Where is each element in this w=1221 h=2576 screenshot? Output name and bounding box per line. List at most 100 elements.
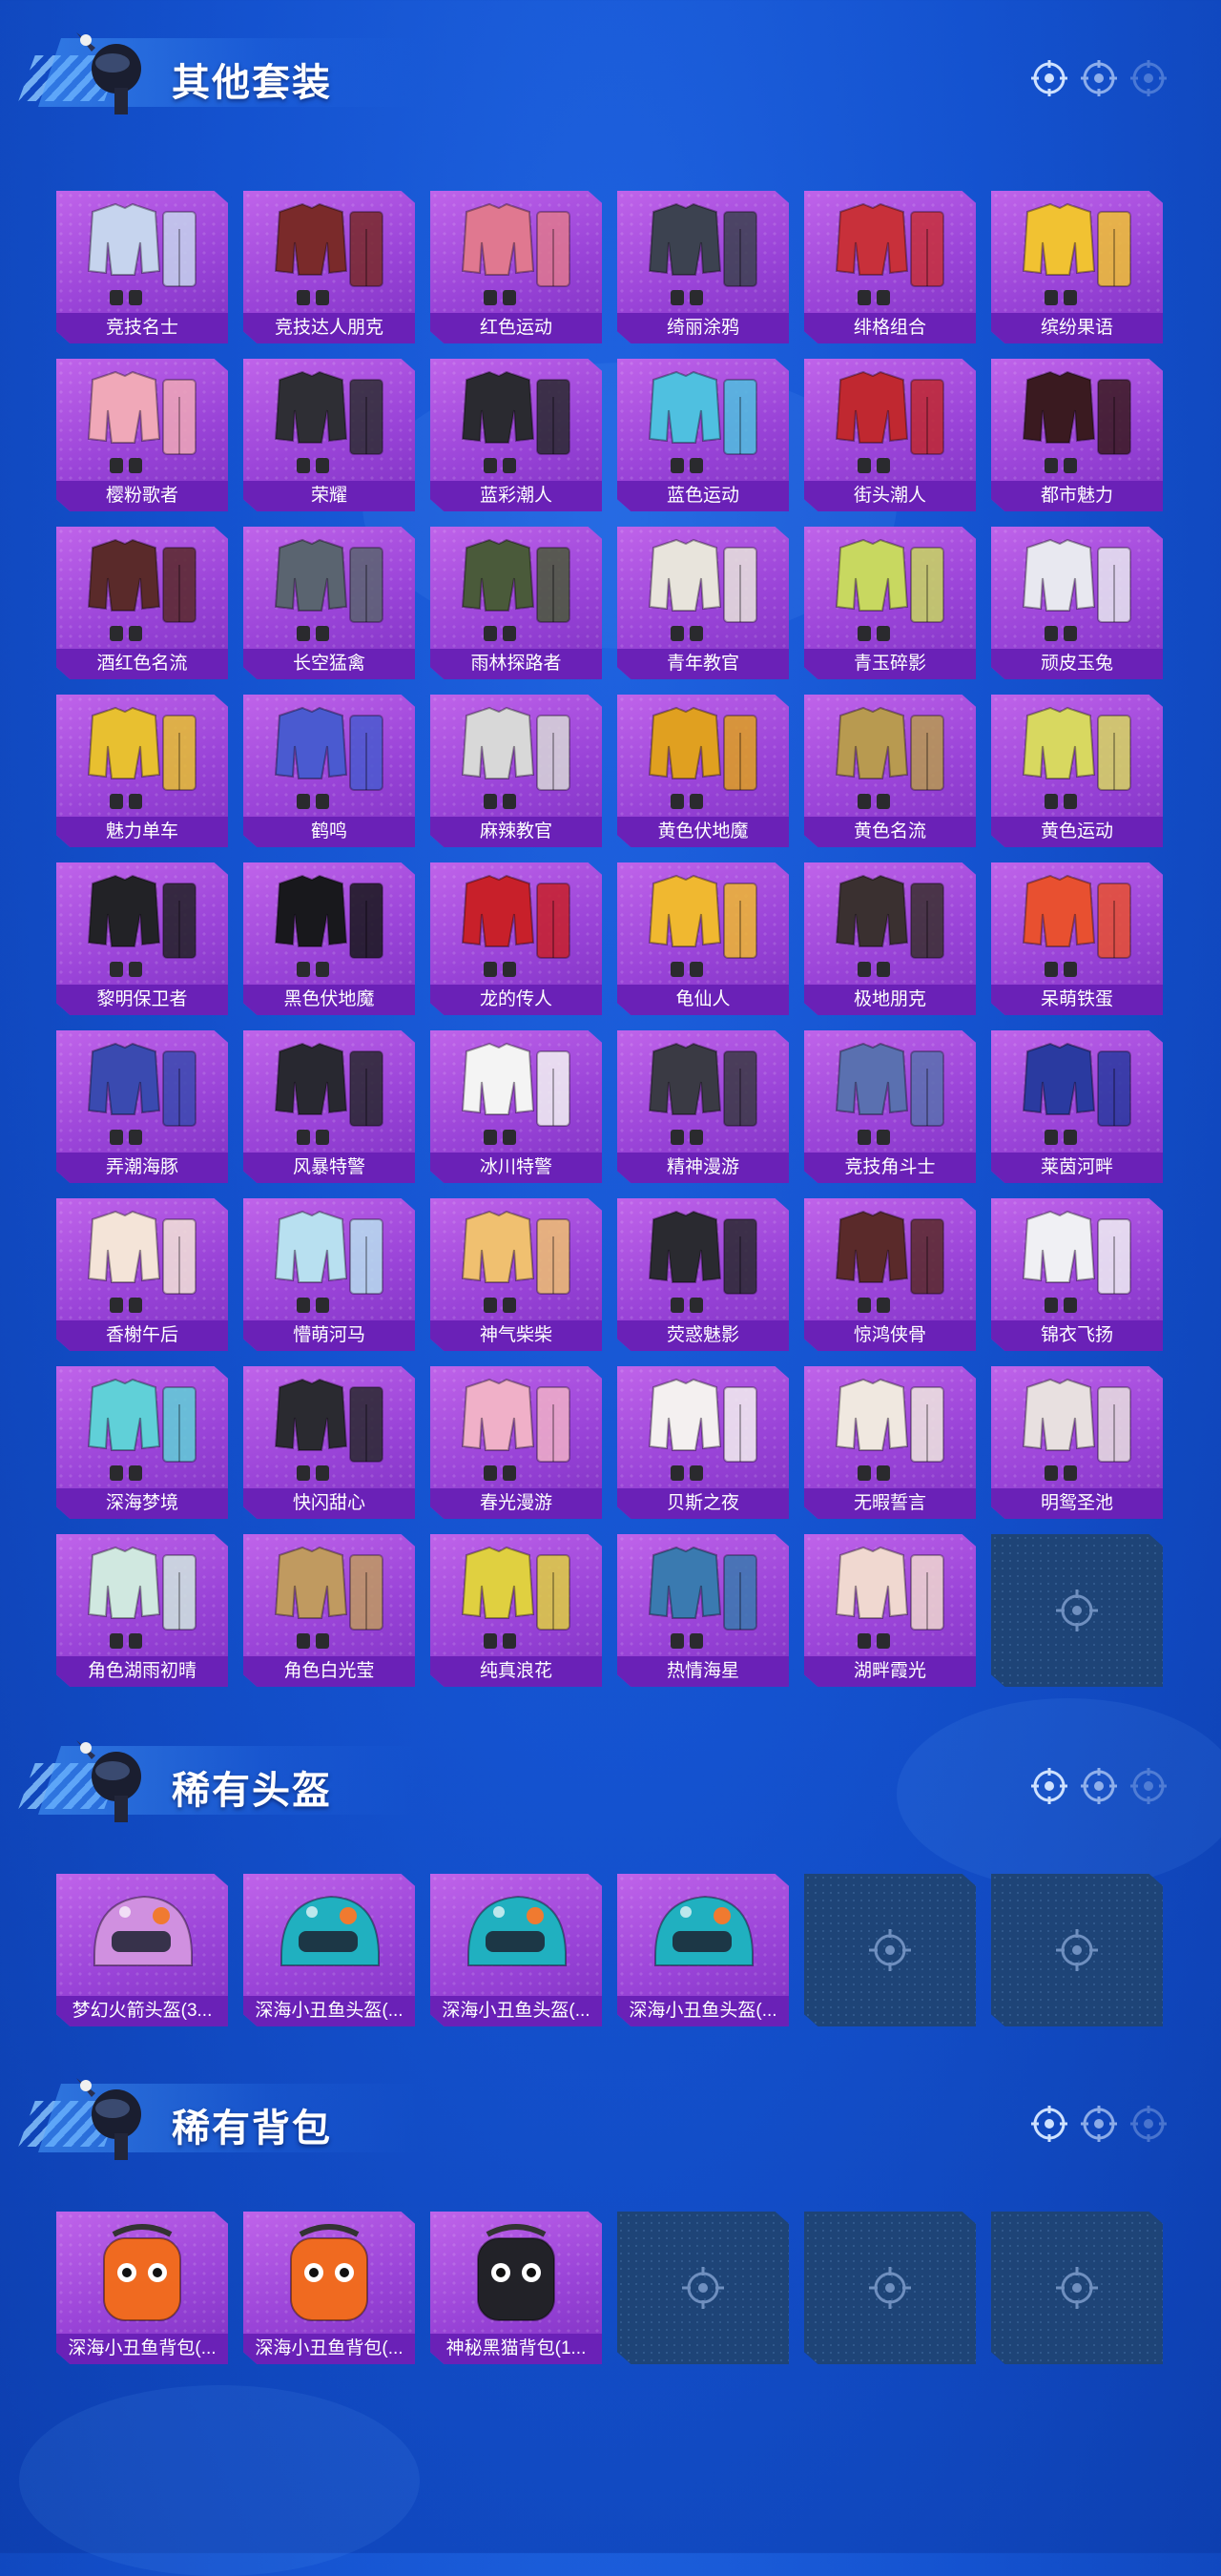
outfit-card[interactable]: 懵萌河马	[243, 1198, 415, 1351]
outfit-card[interactable]: 顽皮玉兔	[991, 527, 1163, 679]
outfit-card[interactable]: 酒红色名流	[56, 527, 228, 679]
mascot-icon	[76, 2078, 141, 2160]
outfit-card[interactable]: 龟仙人	[617, 862, 789, 1015]
backpack-card[interactable]: 深海小丑鱼背包(...	[243, 2212, 415, 2364]
outfit-card[interactable]: 春光漫游	[430, 1366, 602, 1519]
outfit-card[interactable]: 香榭午后	[56, 1198, 228, 1351]
item-label: 贝斯之夜	[617, 1488, 789, 1519]
crosshair-icon	[1056, 1929, 1098, 1971]
outfit-card[interactable]: 莱茵河畔	[991, 1030, 1163, 1183]
outfit-card[interactable]: 神气柴柴	[430, 1198, 602, 1351]
outfit-card[interactable]: 呆萌铁蛋	[991, 862, 1163, 1015]
item-label: 蓝色运动	[617, 481, 789, 511]
outfit-card[interactable]: 鹤鸣	[243, 695, 415, 847]
crosshair-icon	[869, 1929, 911, 1971]
outfit-image	[648, 874, 757, 977]
item-label: 热情海星	[617, 1656, 789, 1687]
outfit-card[interactable]: 湖畔霞光	[804, 1534, 976, 1687]
outfit-image	[648, 370, 757, 473]
crosshair-icon	[1130, 2106, 1167, 2142]
outfit-card[interactable]: 极地朋克	[804, 862, 976, 1015]
outfit-image	[87, 538, 197, 641]
outfit-card[interactable]: 黄色名流	[804, 695, 976, 847]
outfit-card[interactable]: 长空猛禽	[243, 527, 415, 679]
helmet-image	[280, 1895, 380, 1966]
outfit-card[interactable]: 黎明保卫者	[56, 862, 228, 1015]
outfit-card[interactable]: 魅力单车	[56, 695, 228, 847]
empty-slot	[617, 2212, 789, 2364]
outfit-card[interactable]: 青玉碎影	[804, 527, 976, 679]
outfit-card[interactable]: 雨林探路者	[430, 527, 602, 679]
outfit-card[interactable]: 惊鸿侠骨	[804, 1198, 976, 1351]
outfit-card[interactable]: 纯真浪花	[430, 1534, 602, 1687]
outfit-card[interactable]: 贝斯之夜	[617, 1366, 789, 1519]
item-label: 绯格组合	[804, 313, 976, 343]
outfit-card[interactable]: 角色湖雨初晴	[56, 1534, 228, 1687]
outfit-card[interactable]: 红色运动	[430, 191, 602, 343]
outfit-image	[274, 538, 383, 641]
item-label: 黄色伏地魔	[617, 817, 789, 847]
outfit-card[interactable]: 明鸳圣池	[991, 1366, 1163, 1519]
outfit-card[interactable]: 冰川特警	[430, 1030, 602, 1183]
crosshair-icon	[869, 2267, 911, 2309]
outfit-image	[1022, 706, 1131, 809]
outfit-card[interactable]: 竞技达人朋克	[243, 191, 415, 343]
outfit-card[interactable]: 无暇誓言	[804, 1366, 976, 1519]
outfit-card[interactable]: 黄色伏地魔	[617, 695, 789, 847]
item-label: 纯真浪花	[430, 1656, 602, 1687]
helmet-card[interactable]: 深海小丑鱼头盔(...	[430, 1874, 602, 2026]
item-label: 长空猛禽	[243, 649, 415, 679]
outfit-image	[87, 202, 197, 305]
helmet-card[interactable]: 梦幻火箭头盔(3...	[56, 1874, 228, 2026]
item-label: 风暴特警	[243, 1153, 415, 1183]
helmet-card[interactable]: 深海小丑鱼头盔(...	[243, 1874, 415, 2026]
outfit-card[interactable]: 绯格组合	[804, 191, 976, 343]
outfit-image	[648, 1210, 757, 1313]
item-label: 黄色名流	[804, 817, 976, 847]
outfit-card[interactable]: 青年教官	[617, 527, 789, 679]
outfit-image	[835, 706, 944, 809]
item-label: 黑色伏地魔	[243, 985, 415, 1015]
outfit-card[interactable]: 风暴特警	[243, 1030, 415, 1183]
outfit-card[interactable]: 弄潮海豚	[56, 1030, 228, 1183]
backpack-card[interactable]: 神秘黑猫背包(1...	[430, 2212, 602, 2364]
outfit-card[interactable]: 蓝色运动	[617, 359, 789, 511]
outfit-card[interactable]: 街头潮人	[804, 359, 976, 511]
outfit-card[interactable]: 樱粉歌者	[56, 359, 228, 511]
outfit-card[interactable]: 绮丽涂鸦	[617, 191, 789, 343]
outfit-card[interactable]: 麻辣教官	[430, 695, 602, 847]
outfit-card[interactable]: 精神漫游	[617, 1030, 789, 1183]
outfit-card[interactable]: 锦衣飞扬	[991, 1198, 1163, 1351]
outfit-image	[835, 202, 944, 305]
outfit-card[interactable]: 黄色运动	[991, 695, 1163, 847]
outfit-image	[461, 1378, 570, 1481]
outfit-image	[461, 1210, 570, 1313]
outfit-card[interactable]: 角色白光莹	[243, 1534, 415, 1687]
outfit-card[interactable]: 蓝彩潮人	[430, 359, 602, 511]
section-header: 稀有背包	[0, 2046, 1221, 2160]
backpack-card[interactable]: 深海小丑鱼背包(...	[56, 2212, 228, 2364]
outfit-image	[87, 874, 197, 977]
outfit-card[interactable]: 竞技名士	[56, 191, 228, 343]
outfit-card[interactable]: 热情海星	[617, 1534, 789, 1687]
outfit-card[interactable]: 黑色伏地魔	[243, 862, 415, 1015]
outfit-card[interactable]: 都市魅力	[991, 359, 1163, 511]
item-label: 角色白光莹	[243, 1656, 415, 1687]
outfit-image	[1022, 874, 1131, 977]
outfit-card[interactable]: 荧惑魅影	[617, 1198, 789, 1351]
crosshair-icon	[1031, 1768, 1067, 1804]
outfit-image	[1022, 1210, 1131, 1313]
outfit-card[interactable]: 龙的传人	[430, 862, 602, 1015]
section-title: 稀有头盔	[172, 1770, 332, 1812]
outfit-card[interactable]: 竞技角斗士	[804, 1030, 976, 1183]
outfit-image	[648, 1042, 757, 1145]
outfit-card[interactable]: 荣耀	[243, 359, 415, 511]
helmet-card[interactable]: 深海小丑鱼头盔(...	[617, 1874, 789, 2026]
item-label: 极地朋克	[804, 985, 976, 1015]
item-label: 深海小丑鱼背包(...	[243, 2334, 415, 2364]
outfit-card[interactable]: 快闪甜心	[243, 1366, 415, 1519]
item-label: 黎明保卫者	[56, 985, 228, 1015]
outfit-card[interactable]: 深海梦境	[56, 1366, 228, 1519]
item-grid: 竞技名士 竞技达人朋克 红色运动 绮丽涂鸦 绯格组合 缤纷果语樱粉歌者 荣耀 蓝彩潮人 蓝色运动…	[56, 191, 1163, 1687]
outfit-card[interactable]: 缤纷果语	[991, 191, 1163, 343]
